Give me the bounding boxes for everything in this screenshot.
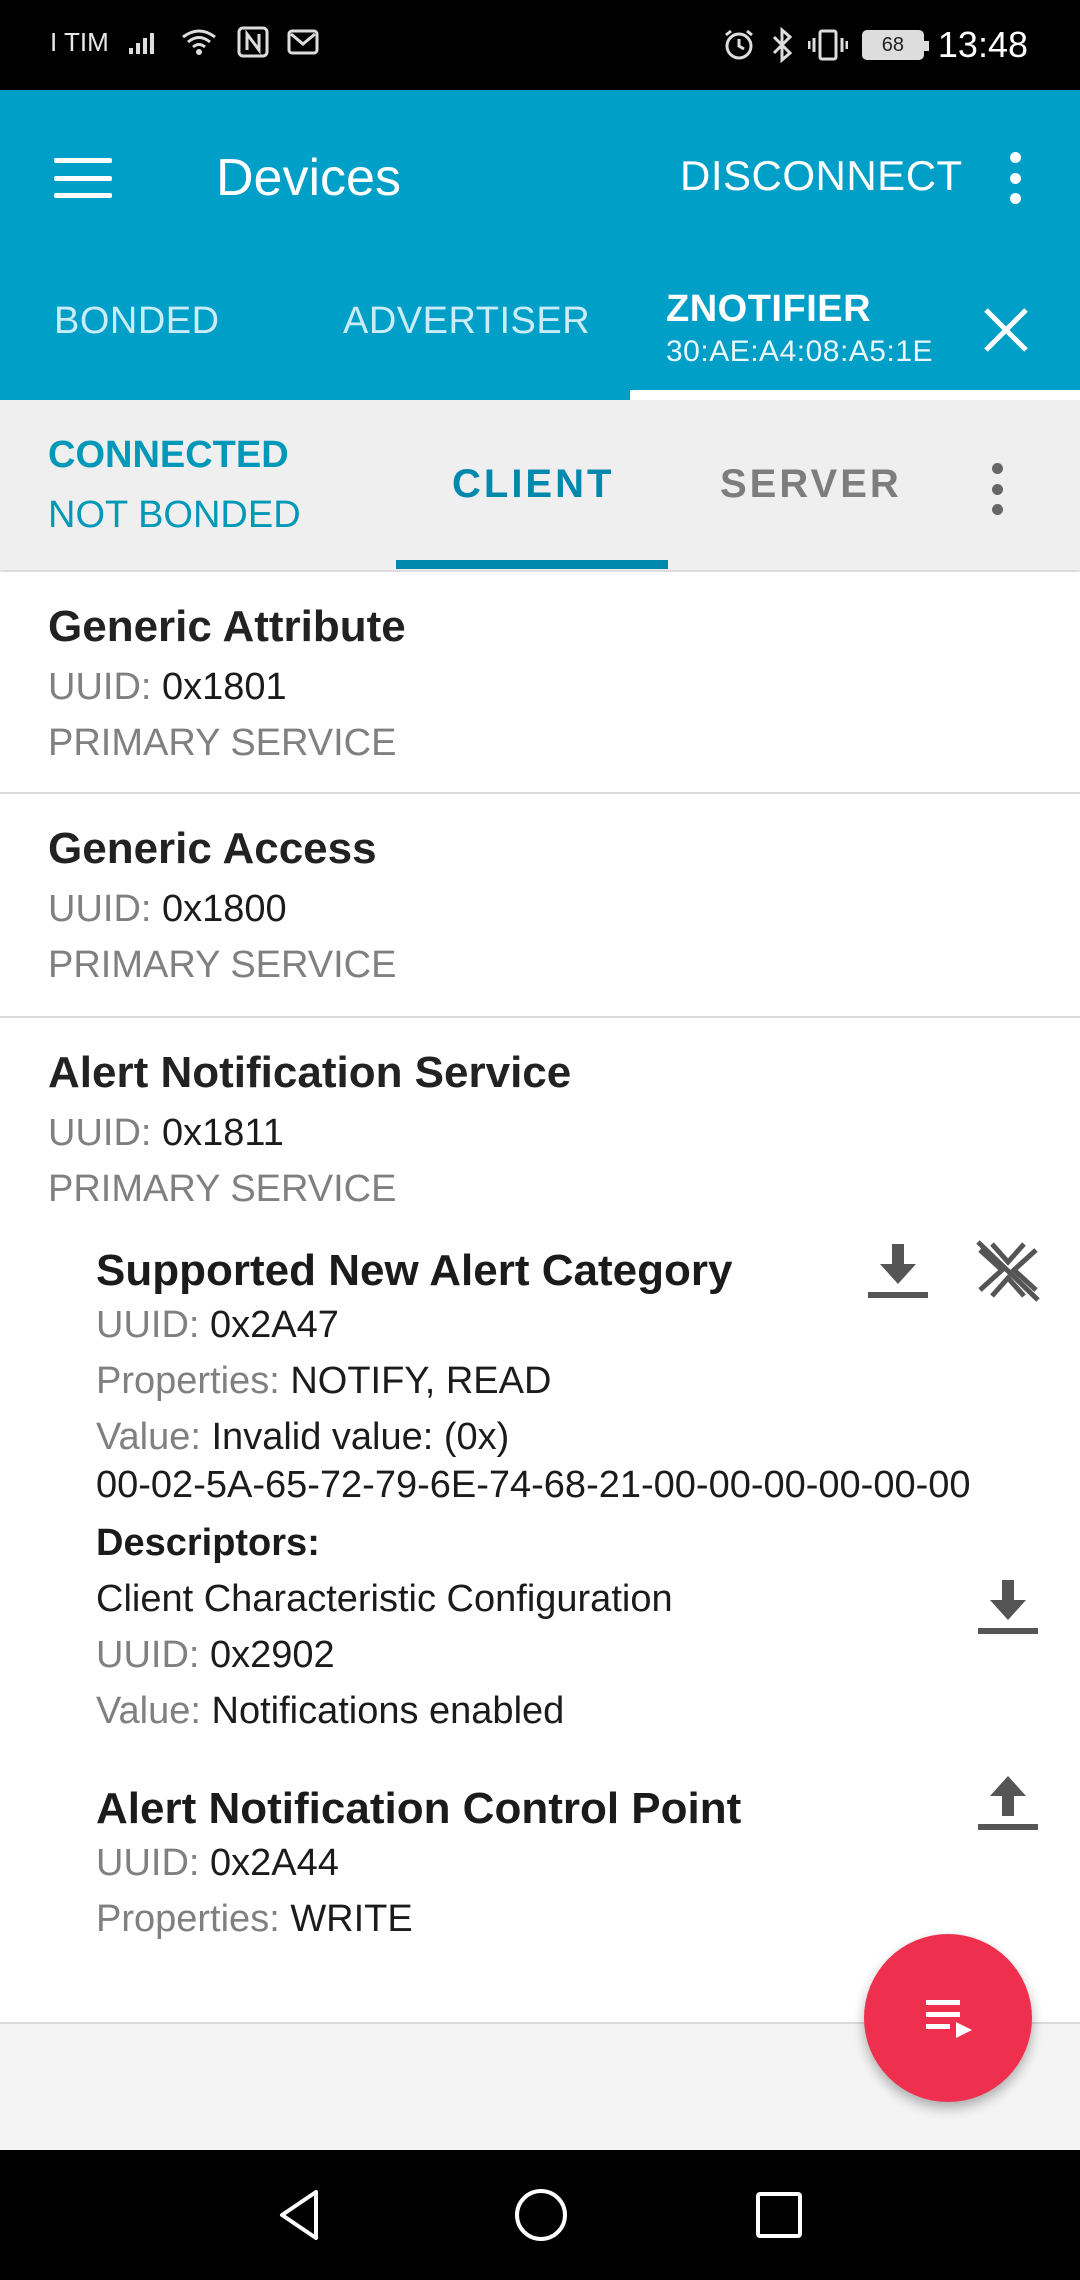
client-tab-indicator bbox=[396, 560, 668, 569]
uuid-value: 0x2A44 bbox=[210, 1842, 339, 1884]
download-icon[interactable] bbox=[972, 1572, 1044, 1642]
value-text: Notifications enabled bbox=[211, 1690, 565, 1732]
service-name: Generic Attribute bbox=[48, 602, 406, 651]
properties-label: Properties: bbox=[96, 1360, 280, 1402]
descriptor-name: Client Characteristic Configuration bbox=[96, 1578, 673, 1620]
service-name: Alert Notification Service bbox=[48, 1048, 572, 1097]
vibrate-icon bbox=[807, 29, 848, 61]
disconnect-button[interactable]: DISCONNECT bbox=[680, 152, 963, 200]
service-uuid: UUID: 0x1811 bbox=[48, 1112, 284, 1155]
recents-square-icon[interactable] bbox=[744, 2180, 814, 2250]
tab-device[interactable]: ZNOTIFIER 30:AE:A4:08:A5:1E bbox=[666, 288, 933, 369]
battery-icon: 68 bbox=[861, 30, 929, 60]
bond-state: NOT BONDED bbox=[48, 494, 301, 536]
properties-value: WRITE bbox=[290, 1898, 413, 1940]
battery-level: 68 bbox=[881, 33, 905, 56]
nfc-icon bbox=[237, 26, 269, 58]
notifications-off-icon[interactable] bbox=[972, 1236, 1044, 1306]
value-text: Invalid value: (0x) bbox=[211, 1416, 510, 1458]
service-item[interactable]: Alert Notification Service UUID: 0x1811 … bbox=[0, 1018, 1080, 2024]
mail-icon bbox=[287, 29, 319, 55]
carrier-label: I TIM bbox=[50, 26, 109, 57]
uuid-value: 0x1811 bbox=[162, 1112, 284, 1154]
device-address: 30:AE:A4:08:A5:1E bbox=[666, 335, 934, 368]
value-label: Value: bbox=[96, 1416, 201, 1458]
uuid-label: UUID: bbox=[48, 1112, 152, 1154]
app-bar: Devices DISCONNECT BONDED ADVERTISER ZNO… bbox=[0, 90, 1080, 400]
characteristic-value: Value: Invalid value: (0x) bbox=[96, 1416, 509, 1459]
properties-label: Properties: bbox=[96, 1898, 280, 1940]
service-uuid: UUID: 0x1801 bbox=[48, 666, 287, 709]
uuid-label: UUID: bbox=[48, 666, 152, 708]
service-item[interactable]: Generic Access UUID: 0x1800 PRIMARY SERV… bbox=[0, 794, 1080, 1016]
device-name: ZNOTIFIER bbox=[666, 288, 872, 330]
uuid-label: UUID: bbox=[96, 1634, 200, 1676]
characteristic-uuid: UUID: 0x2A47 bbox=[96, 1304, 339, 1347]
alarm-icon bbox=[724, 29, 753, 60]
more-vert-icon[interactable] bbox=[982, 460, 1012, 518]
descriptors-heading: Descriptors: bbox=[96, 1522, 320, 1564]
download-icon[interactable] bbox=[862, 1236, 934, 1306]
status-left: I TIM bbox=[50, 26, 319, 58]
service-name: Generic Access bbox=[48, 824, 377, 873]
characteristic-properties: Properties: WRITE bbox=[96, 1898, 413, 1941]
uuid-label: UUID: bbox=[96, 1304, 200, 1346]
descriptor-value: Value: Notifications enabled bbox=[96, 1690, 564, 1733]
service-item[interactable]: Generic Attribute UUID: 0x1801 PRIMARY S… bbox=[0, 572, 1080, 792]
uuid-value: 0x1801 bbox=[162, 666, 287, 708]
tab-indicator bbox=[630, 390, 1080, 400]
service-uuid: UUID: 0x1800 bbox=[48, 888, 287, 931]
uuid-label: UUID: bbox=[48, 888, 152, 930]
value-label: Value: bbox=[96, 1690, 201, 1732]
uuid-value: 0x2A47 bbox=[210, 1304, 339, 1346]
tab-server[interactable]: SERVER bbox=[720, 462, 902, 507]
more-vert-icon[interactable] bbox=[1000, 148, 1030, 208]
bluetooth-icon bbox=[772, 27, 793, 63]
uuid-value: 0x2902 bbox=[210, 1634, 335, 1676]
service-type: PRIMARY SERVICE bbox=[48, 944, 397, 986]
back-triangle-icon[interactable] bbox=[266, 2180, 336, 2250]
descriptor-uuid: UUID: 0x2902 bbox=[96, 1634, 335, 1677]
log-fab-button[interactable] bbox=[864, 1934, 1032, 2102]
tab-advertiser[interactable]: ADVERTISER bbox=[343, 300, 590, 343]
signal-icon bbox=[128, 33, 154, 54]
uuid-value: 0x1800 bbox=[162, 888, 287, 930]
service-type: PRIMARY SERVICE bbox=[48, 1168, 397, 1210]
menu-icon[interactable] bbox=[54, 158, 112, 198]
characteristic-properties: Properties: NOTIFY, READ bbox=[96, 1360, 551, 1403]
properties-value: NOTIFY, READ bbox=[290, 1360, 552, 1402]
service-type: PRIMARY SERVICE bbox=[48, 722, 397, 764]
system-nav-bar bbox=[0, 2150, 1080, 2280]
device-sub-header: CONNECTED NOT BONDED CLIENT SERVER bbox=[0, 400, 1080, 570]
characteristic-uuid: UUID: 0x2A44 bbox=[96, 1842, 339, 1885]
upload-icon[interactable] bbox=[972, 1768, 1044, 1838]
close-icon[interactable] bbox=[978, 302, 1034, 358]
tab-bonded[interactable]: BONDED bbox=[54, 300, 220, 343]
log-icon bbox=[926, 2000, 972, 2038]
status-bar: I TIM 68 13:48 bbox=[0, 0, 1080, 90]
page-title: Devices bbox=[216, 149, 401, 207]
home-circle-icon[interactable] bbox=[506, 2180, 576, 2250]
tab-client[interactable]: CLIENT bbox=[452, 462, 614, 507]
wifi-icon bbox=[181, 29, 216, 55]
characteristic-name: Alert Notification Control Point bbox=[96, 1784, 742, 1833]
connection-state: CONNECTED bbox=[48, 434, 289, 476]
services-list: Generic Attribute UUID: 0x1801 PRIMARY S… bbox=[0, 572, 1080, 2024]
status-right: 68 13:48 bbox=[722, 24, 1028, 66]
uuid-label: UUID: bbox=[96, 1842, 200, 1884]
characteristic-name: Supported New Alert Category bbox=[96, 1246, 733, 1295]
clock: 13:48 bbox=[937, 24, 1028, 65]
characteristic-value-hex: 00-02-5A-65-72-79-6E-74-68-21-00-00-00-0… bbox=[96, 1464, 971, 1506]
